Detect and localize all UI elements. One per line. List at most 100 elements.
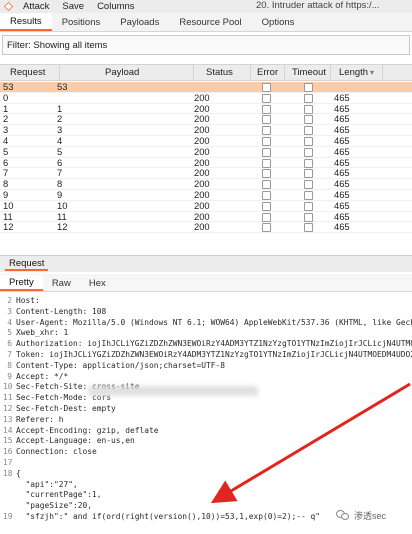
code-line: Host:	[16, 296, 45, 305]
error-checkbox	[262, 190, 271, 200]
watermark: 渗透sec	[336, 507, 386, 523]
code-line: Accept: */*	[16, 371, 69, 381]
line-number: 5	[7, 328, 12, 338]
cell-request: 5	[3, 145, 9, 157]
line-number: 12	[3, 404, 13, 413]
tab-payloads[interactable]: Payloads	[110, 13, 169, 31]
cell-status: 200	[194, 199, 210, 211]
code-line: "api":"27",	[16, 479, 78, 489]
error-checkbox	[262, 201, 271, 211]
code-line: Token: iojIhJCLiYGZiZDZhZWN3EWOiRzY4ADM3…	[16, 350, 412, 359]
line-number: 16	[3, 447, 13, 457]
error-checkbox	[262, 180, 271, 190]
filter-bar[interactable]: Filter: Showing all items	[2, 35, 410, 55]
error-checkbox	[262, 147, 271, 157]
error-checkbox	[262, 212, 271, 222]
cell-request: 0	[3, 91, 9, 103]
line-number: 15	[3, 436, 13, 446]
line-number: 6	[7, 339, 12, 349]
subtab-raw[interactable]: Raw	[43, 275, 80, 291]
column-timeout[interactable]: Timeout	[285, 65, 331, 80]
menu-save[interactable]: Save	[62, 1, 84, 12]
timeout-checkbox	[304, 190, 313, 200]
tab-positions[interactable]: Positions	[52, 13, 111, 31]
timeout-checkbox	[304, 93, 313, 103]
window-title: 20. Intruder attack of https:/...	[256, 0, 380, 11]
timeout-checkbox	[304, 126, 313, 136]
column-status[interactable]: Status	[194, 65, 251, 80]
watermark-text: 渗透sec	[354, 510, 387, 521]
column-payload[interactable]: Payload	[60, 65, 194, 80]
error-checkbox	[262, 223, 271, 233]
cell-payload: 12	[57, 221, 68, 233]
line-number: 17	[3, 458, 13, 467]
results-table-body: 53 53 0 200 465 1 1 200 465 2 2 200 465 3 3 200 465 4 4 200…	[0, 82, 412, 252]
line-number: 18	[3, 468, 13, 478]
code-line: "currentPage":1,	[16, 490, 102, 500]
timeout-checkbox	[304, 169, 313, 179]
code-line: Xweb_xhr: 1	[16, 328, 69, 338]
table-row[interactable]: 5 5 200 465	[0, 145, 412, 158]
line-number: 3	[7, 306, 12, 316]
redacted-referer	[88, 386, 258, 396]
timeout-checkbox	[304, 83, 313, 92]
cell-payload: 10	[57, 199, 68, 211]
error-checkbox	[262, 126, 271, 136]
timeout-checkbox	[304, 223, 313, 233]
cell-request: 12	[3, 221, 14, 233]
code-line: Content-Length: 108	[16, 306, 107, 316]
menu-attack[interactable]: Attack	[23, 1, 49, 12]
sort-icon: ▾	[370, 68, 375, 77]
cell-payload: 5	[57, 145, 63, 157]
cell-length: 465	[334, 199, 350, 211]
table-row[interactable]: 0 200 465	[0, 91, 412, 104]
table-row[interactable]: 10 10 200 465	[0, 199, 412, 212]
column-length[interactable]: Length ▾	[331, 65, 383, 80]
column-error[interactable]: Error	[251, 65, 285, 80]
timeout-checkbox	[304, 104, 313, 114]
tab-options[interactable]: Options	[252, 13, 305, 31]
code-line: {	[16, 468, 21, 478]
wechat-icon	[336, 509, 350, 521]
subtab-pretty[interactable]: Pretty	[0, 275, 43, 291]
code-line: Authorization: iojIhJCLiYGZiZDZhZWN3EWOi…	[16, 339, 412, 349]
burp-logo-icon	[3, 1, 14, 12]
error-checkbox	[262, 115, 271, 125]
tab-resource-pool[interactable]: Resource Pool	[169, 13, 251, 31]
timeout-checkbox	[304, 180, 313, 190]
line-number: 4	[7, 317, 12, 327]
line-number: 10	[3, 382, 13, 392]
line-number: 13	[3, 414, 13, 424]
line-number: 7	[7, 350, 12, 359]
cell-length: 465	[334, 145, 350, 157]
timeout-checkbox	[304, 212, 313, 222]
cell-payload: 53	[57, 82, 68, 92]
error-checkbox	[262, 169, 271, 179]
subtab-hex[interactable]: Hex	[80, 275, 115, 291]
request-pane-title[interactable]: Request	[5, 256, 49, 271]
line-number: 8	[7, 360, 12, 370]
request-subtabs: Pretty Raw Hex	[0, 274, 412, 292]
error-checkbox	[262, 93, 271, 103]
code-line: Accept-Language: en-us,en	[16, 436, 135, 446]
cell-length: 465	[334, 221, 350, 233]
code-line: Connection: close	[16, 447, 97, 457]
error-checkbox	[262, 136, 271, 146]
cell-length: 465	[334, 91, 350, 103]
line-number: 14	[3, 425, 13, 435]
column-length-label: Length	[339, 67, 369, 78]
cell-request: 10	[3, 199, 14, 211]
line-number: 2	[7, 296, 12, 305]
table-row[interactable]: 12 12 200 465	[0, 221, 412, 234]
request-pane-header: Request	[0, 255, 412, 272]
code-line: "pageSize":20,	[16, 501, 93, 511]
error-checkbox	[262, 104, 271, 114]
tab-results[interactable]: Results	[0, 13, 52, 31]
code-line: Accept-Encoding: gzip, deflate	[16, 425, 159, 435]
request-editor[interactable]: 2 Host: 3 Content-Length: 108 4 User-Agent: …	[0, 294, 412, 530]
column-request[interactable]: Request	[0, 65, 60, 80]
menu-columns[interactable]: Columns	[97, 1, 135, 12]
results-table-header: Request Payload Status Error Timeout Len…	[0, 64, 412, 81]
line-number: 19	[3, 512, 13, 521]
line-number: 9	[7, 371, 12, 381]
